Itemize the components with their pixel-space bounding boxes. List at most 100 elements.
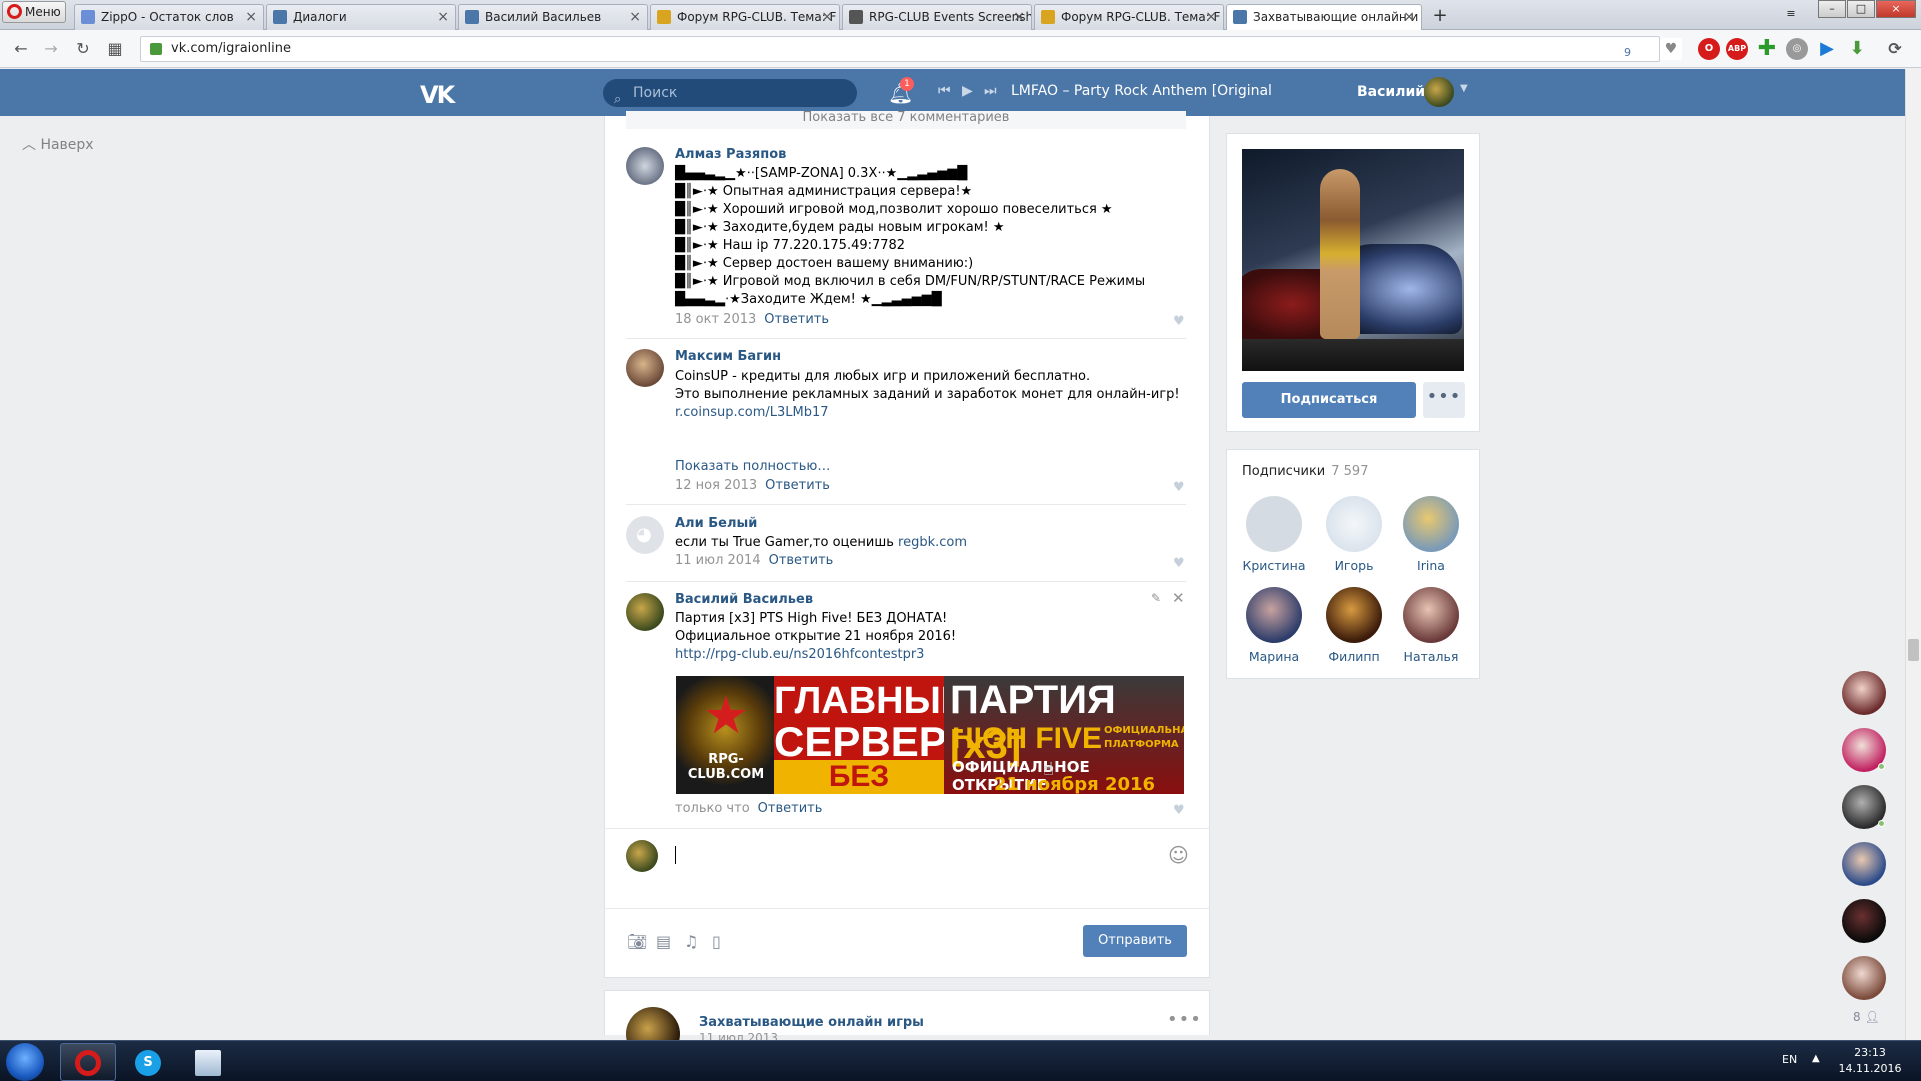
maximize-button[interactable]: □ — [1847, 0, 1875, 18]
tab-close-icon[interactable]: × — [1013, 5, 1025, 29]
tab-vasiliy[interactable]: Василий Васильев × — [458, 4, 648, 30]
more-options-icon[interactable]: ••• — [1167, 1009, 1202, 1030]
notifications-bell-icon[interactable]: 🔔︎ 1 — [888, 77, 914, 105]
friend-avatar[interactable] — [1842, 671, 1886, 715]
forward-icon[interactable]: → — [40, 38, 62, 60]
plus-extension-icon[interactable]: ✚ — [1756, 38, 1778, 60]
speed-dial-icon[interactable]: ▦ — [104, 38, 126, 60]
subscriber-item[interactable]: Марина — [1236, 587, 1312, 664]
heart-bookmark-icon[interactable]: ♥ — [1660, 38, 1682, 60]
search-input[interactable]: ⌕ Поиск — [603, 79, 857, 107]
camera-icon[interactable]: 📷︎ — [627, 932, 647, 951]
comment-avatar[interactable] — [626, 593, 664, 631]
scrollbar-thumb[interactable] — [1908, 639, 1919, 661]
previous-track-icon[interactable]: ⏮ — [938, 83, 951, 99]
document-icon[interactable]: ▯ — [712, 932, 721, 951]
tab-zippo[interactable]: ZippO - Остаток слов × — [74, 4, 264, 30]
now-playing-track[interactable]: LMFAO – Party Rock Anthem [Original — [1011, 83, 1272, 99]
globe-icon[interactable]: ◎ — [1786, 38, 1808, 60]
comment-date[interactable]: 12 ноя 2013 — [675, 478, 757, 493]
play-icon[interactable]: ▶ — [962, 83, 973, 99]
tab-close-icon[interactable]: × — [1205, 5, 1217, 29]
comment-avatar[interactable] — [626, 147, 664, 185]
post-author-name[interactable]: Захватывающие онлайн игры — [699, 1015, 924, 1030]
comment-avatar[interactable] — [626, 349, 664, 387]
rpg-club-link[interactable]: http://rpg-club.eu/ns2016hfcontestpr3 — [675, 646, 956, 664]
comment-date[interactable]: 11 июл 2014 — [675, 553, 761, 568]
edit-pencil-icon[interactable]: ✎ — [1151, 591, 1161, 605]
comment-avatar[interactable]: ◕ — [626, 516, 664, 554]
subscriber-item[interactable]: Игорь — [1316, 496, 1392, 573]
taskbar-opera[interactable] — [60, 1043, 116, 1081]
subscriber-item[interactable]: Наталья — [1393, 587, 1469, 664]
adblock-icon[interactable]: ABP — [1726, 38, 1748, 60]
tab-close-icon[interactable]: × — [629, 5, 641, 29]
friend-avatar[interactable] — [1842, 899, 1886, 943]
regbk-link[interactable]: regbk.com — [898, 535, 967, 550]
header-avatar[interactable] — [1424, 77, 1454, 107]
tab-close-icon[interactable]: × — [1403, 5, 1415, 29]
like-heart-icon[interactable]: ♥ — [1173, 480, 1185, 495]
opera-menu-button[interactable]: Меню — [2, 1, 66, 23]
tab-close-icon[interactable]: × — [245, 5, 257, 29]
show-full-link[interactable]: Показать полностью… — [675, 459, 830, 474]
more-actions-icon[interactable]: ••• — [1423, 382, 1465, 418]
comment-author[interactable]: Али Белый — [675, 516, 757, 531]
header-user-name[interactable]: Василий — [1357, 84, 1425, 100]
opera-icon[interactable]: O — [1698, 38, 1720, 60]
like-heart-icon[interactable]: ♥ — [1173, 314, 1185, 329]
tab-close-icon[interactable]: × — [437, 5, 449, 29]
start-button[interactable] — [6, 1043, 44, 1081]
language-indicator[interactable]: EN — [1782, 1053, 1797, 1066]
comment-author[interactable]: Максим Багин — [675, 349, 781, 364]
url-badge[interactable]: 9 — [1624, 41, 1631, 65]
back-icon[interactable]: ← — [10, 38, 32, 60]
like-heart-icon[interactable]: ♥ — [1173, 556, 1185, 571]
subscriber-item[interactable]: Кристина — [1236, 496, 1312, 573]
system-clock[interactable]: 23:13 14.11.2016 — [1830, 1045, 1910, 1077]
vk-logo[interactable]: VK — [420, 81, 455, 109]
show-all-comments-link[interactable]: Показать все 7 комментариев — [626, 111, 1186, 129]
reload-icon[interactable]: ↻ — [72, 38, 94, 60]
tray-expand-icon[interactable]: ▲ — [1812, 1053, 1820, 1064]
taskbar-notes[interactable] — [180, 1043, 236, 1081]
comment-input[interactable] — [670, 838, 1160, 898]
emoji-icon[interactable]: ☺ — [1168, 843, 1189, 867]
scroll-up-button[interactable]: ︿ Наверх — [22, 134, 94, 154]
reply-link[interactable]: Ответить — [764, 312, 829, 327]
subscribe-button[interactable]: Подписаться — [1242, 382, 1416, 418]
comment-author[interactable]: Василий Васильев — [675, 592, 813, 607]
group-cover-photo[interactable] — [1242, 149, 1464, 371]
update-icon[interactable]: ⟳ — [1884, 38, 1906, 60]
tab-active-games[interactable]: Захватывающие онлайн и × — [1226, 4, 1422, 31]
comment-author[interactable]: Алмаз Разяпов — [675, 147, 786, 162]
taskbar-skype[interactable]: S — [120, 1043, 176, 1081]
tab-forum-2[interactable]: Форум RPG-CLUB. Тема: F × — [1034, 4, 1224, 30]
page-scrollbar[interactable] — [1905, 69, 1921, 1043]
rpg-club-banner-image[interactable]: ★ RPG-CLUB.COM ГЛАВНЫЙ СЕРВЕР БЕЗ ДОНАТА… — [676, 676, 1184, 794]
reply-link[interactable]: Ответить — [758, 801, 823, 816]
subscribers-header[interactable]: Подписчики 7 597 — [1242, 464, 1368, 479]
friend-avatar[interactable] — [1842, 956, 1886, 1000]
tab-close-icon[interactable]: × — [821, 5, 833, 29]
subscriber-item[interactable]: Irina — [1393, 496, 1469, 573]
minimize-button[interactable]: – — [1818, 0, 1846, 18]
reply-link[interactable]: Ответить — [769, 553, 834, 568]
reply-link[interactable]: Ответить — [765, 478, 830, 493]
coinsup-link[interactable]: r.coinsup.com/L3LMb17 — [675, 404, 1180, 422]
tab-menu-icon[interactable]: ≡ — [1777, 6, 1805, 24]
tab-dialogs[interactable]: Диалоги × — [266, 4, 456, 30]
video-icon[interactable]: ▤ — [656, 932, 671, 951]
subscriber-item[interactable]: Филипп — [1316, 587, 1392, 664]
download-icon[interactable]: ⬇ — [1846, 38, 1868, 60]
url-field[interactable]: vk.com/igraionline 9 — [140, 36, 1660, 62]
next-track-icon[interactable]: ⏭ — [984, 83, 997, 99]
friend-avatar[interactable] — [1842, 842, 1886, 886]
play-extension-icon[interactable]: ▶ — [1816, 38, 1838, 60]
tab-forum-1[interactable]: Форум RPG-CLUB. Тема: F × — [650, 4, 840, 30]
send-button[interactable]: Отправить — [1083, 925, 1187, 957]
music-note-icon[interactable]: ♫ — [684, 932, 698, 951]
delete-close-icon[interactable]: ✕ — [1172, 589, 1185, 607]
comment-date[interactable]: 18 окт 2013 — [675, 312, 756, 327]
friends-more-count[interactable]: 8 👤︎ — [1853, 1010, 1880, 1024]
